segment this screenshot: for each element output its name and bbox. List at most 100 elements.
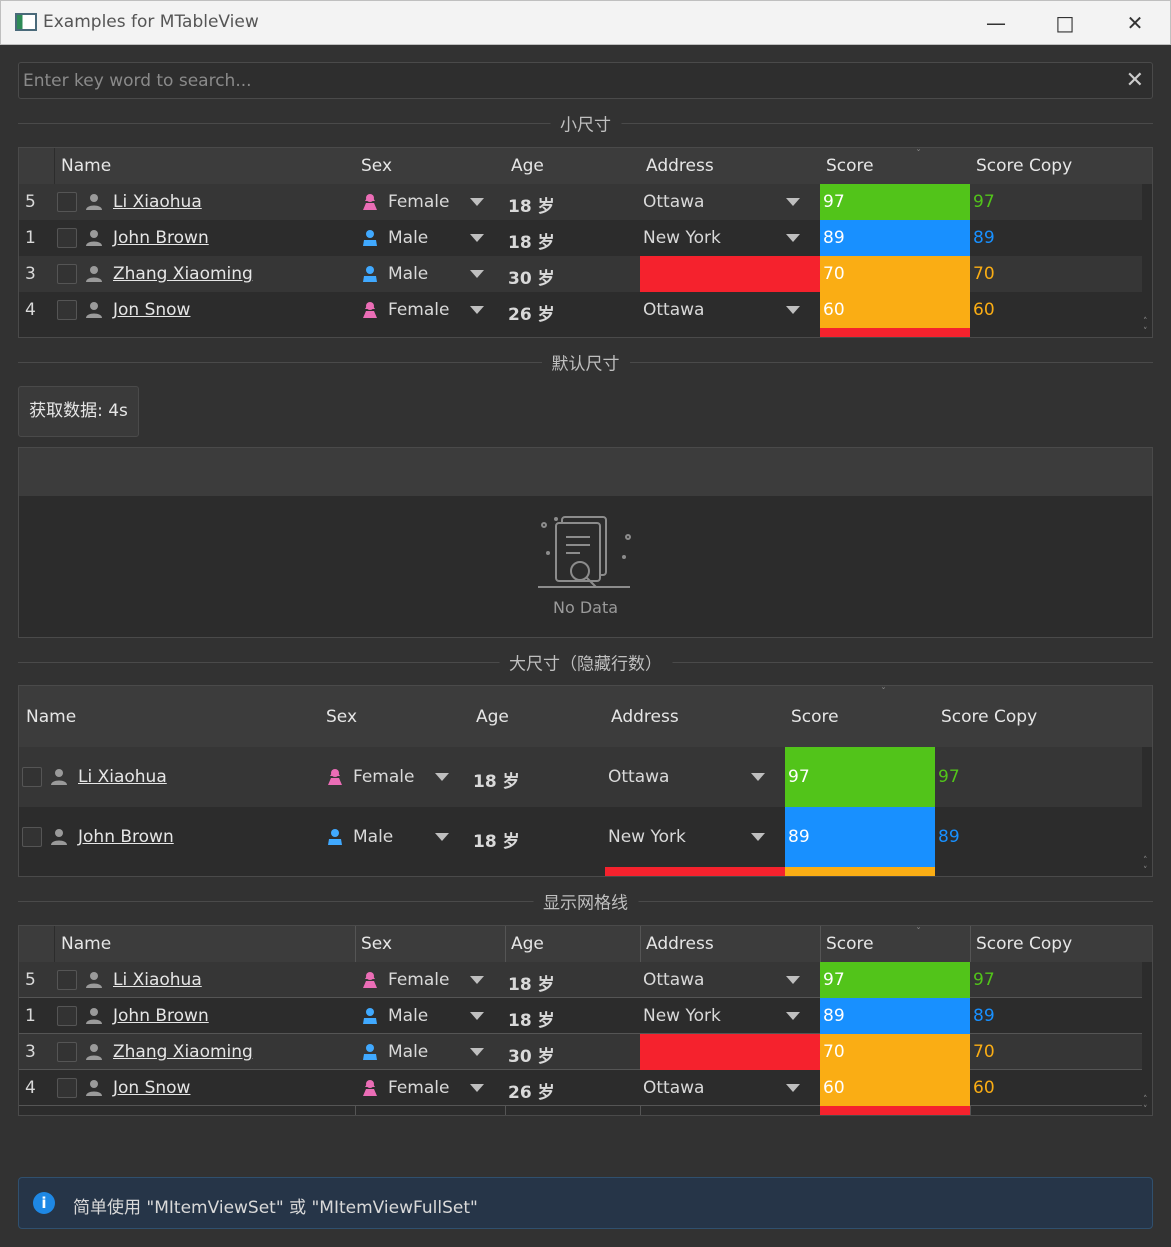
table-row[interactable]: 4 Jon Snow Female 26 岁 Ottawa 60 60 [19, 292, 1152, 328]
address-dropdown-icon[interactable] [751, 773, 765, 781]
sex-dropdown-icon[interactable] [470, 976, 484, 984]
table-row[interactable]: Li Xiaohua Female 18 岁 Ottawa 97 97 [19, 747, 1152, 807]
sex-dropdown-icon[interactable] [470, 1084, 484, 1092]
row-checkbox[interactable] [57, 300, 77, 320]
user-icon [85, 1079, 103, 1101]
row-checkbox[interactable] [57, 970, 77, 990]
column-header-score-copy[interactable]: Score Copy [976, 934, 1072, 954]
name-link[interactable]: Jon Snow [113, 300, 190, 320]
column-header-score[interactable]: Score [826, 156, 874, 176]
column-header-age[interactable]: Age [511, 934, 544, 954]
column-header-sex[interactable]: Sex [361, 156, 392, 176]
column-header-sex[interactable]: Sex [361, 934, 392, 954]
row-checkbox[interactable] [57, 1078, 77, 1098]
column-header-score-copy[interactable]: Score Copy [941, 707, 1037, 727]
table-row[interactable]: 5 Li Xiaohua Female 18 岁 Ottawa 97 97 [19, 962, 1152, 998]
column-header-sex[interactable]: Sex [326, 707, 357, 727]
row-index: 1 [25, 228, 36, 248]
column-header-name[interactable]: Name [61, 934, 111, 954]
name-link[interactable]: Li Xiaohua [113, 192, 202, 212]
name-link[interactable]: John Brown [78, 827, 174, 847]
address-dropdown-icon[interactable] [786, 976, 800, 984]
user-icon [85, 971, 103, 993]
fetch-data-button[interactable]: 获取数据: 4s [18, 386, 139, 437]
name-link[interactable]: John Brown [113, 228, 209, 248]
sex-dropdown-icon[interactable] [470, 198, 484, 206]
score-value: 70 [823, 264, 845, 284]
name-link[interactable]: Jon Snow [113, 1078, 190, 1098]
female-icon [361, 1079, 379, 1101]
search-input[interactable] [23, 69, 1113, 93]
score-copy-value: 97 [973, 970, 995, 990]
user-icon [85, 1043, 103, 1065]
address-dropdown-icon[interactable] [786, 1012, 800, 1020]
column-header-score[interactable]: Score [826, 934, 874, 954]
name-link[interactable]: Li Xiaohua [78, 767, 167, 787]
address-dropdown-icon[interactable] [751, 833, 765, 841]
name-link[interactable]: Zhang Xiaoming [113, 264, 253, 284]
column-header-address[interactable]: Address [646, 156, 714, 176]
maximize-button[interactable]: □ [1045, 9, 1085, 37]
scrollbar[interactable]: ˄ ˅ [1142, 747, 1152, 876]
sex-dropdown-icon[interactable] [470, 270, 484, 278]
table-row[interactable]: 5 Li Xiaohua Female 18 岁 Ottawa 97 97 [19, 184, 1152, 220]
age-value: 30 岁 [508, 1047, 555, 1067]
score-cell [785, 867, 935, 876]
table-row[interactable]: 4 Jon Snow Female 26 岁 Ottawa 60 60 [19, 1070, 1152, 1106]
column-header-age[interactable]: Age [476, 707, 509, 727]
female-icon [361, 301, 379, 323]
sex-value: Female [353, 767, 415, 787]
scrollbar[interactable]: ˄ ˅ [1142, 962, 1152, 1115]
row-checkbox[interactable] [57, 1042, 77, 1062]
column-header-name[interactable]: Name [61, 156, 111, 176]
sex-dropdown-icon[interactable] [435, 773, 449, 781]
table-row[interactable]: 1 John Brown Male 18 岁 New York 89 89 [19, 220, 1152, 256]
column-header-score-copy[interactable]: Score Copy [976, 156, 1072, 176]
row-checkbox[interactable] [57, 228, 77, 248]
scrollbar[interactable]: ˄ ˅ [1142, 184, 1152, 337]
female-icon [326, 768, 344, 790]
divider-default: 默认尺寸 [18, 349, 1153, 375]
sex-dropdown-icon[interactable] [470, 1012, 484, 1020]
clear-icon[interactable]: ✕ [1126, 68, 1144, 93]
table-row[interactable]: 1 John Brown Male 18 岁 New York 89 89 [19, 998, 1152, 1034]
column-header-score[interactable]: Score [791, 707, 839, 727]
table-row[interactable]: John Brown Male 18 岁 New York 89 89 [19, 807, 1152, 867]
close-button[interactable]: ✕ [1115, 9, 1155, 37]
column-header-address[interactable]: Address [646, 934, 714, 954]
address-dropdown-icon[interactable] [786, 306, 800, 314]
score-value: 60 [823, 1078, 845, 1098]
sex-value: Male [353, 827, 394, 847]
sex-dropdown-icon[interactable] [470, 1048, 484, 1056]
row-checkbox[interactable] [57, 1006, 77, 1026]
table-row[interactable]: 3 Zhang Xiaoming Male 30 岁 70 70 [19, 256, 1152, 292]
table-header: Name Sex Age Address Score Score Copy ˇ [19, 686, 1152, 747]
address-dropdown-icon[interactable] [786, 1084, 800, 1092]
row-checkbox[interactable] [57, 264, 77, 284]
table-row[interactable]: 3 Zhang Xiaoming Male 30 岁 70 70 [19, 1034, 1152, 1070]
age-value: 26 岁 [508, 1083, 555, 1103]
minimize-button[interactable]: — [976, 9, 1016, 37]
male-icon [326, 828, 344, 850]
sex-dropdown-icon[interactable] [435, 833, 449, 841]
sex-dropdown-icon[interactable] [470, 234, 484, 242]
sort-indicator: ˇ [881, 687, 886, 698]
address-dropdown-icon[interactable] [786, 234, 800, 242]
row-index: 3 [25, 1042, 36, 1062]
age-value: 18 岁 [508, 975, 555, 995]
column-header-age[interactable]: Age [511, 156, 544, 176]
name-link[interactable]: Li Xiaohua [113, 970, 202, 990]
address-dropdown-icon[interactable] [786, 198, 800, 206]
row-checkbox[interactable] [22, 827, 42, 847]
user-icon [85, 301, 103, 323]
row-checkbox[interactable] [57, 192, 77, 212]
row-checkbox[interactable] [22, 767, 42, 787]
column-header-address[interactable]: Address [611, 707, 679, 727]
sex-value: Male [388, 1042, 429, 1062]
column-header-name[interactable]: Name [26, 707, 76, 727]
user-icon [85, 193, 103, 215]
name-link[interactable]: Zhang Xiaoming [113, 1042, 253, 1062]
sex-dropdown-icon[interactable] [470, 306, 484, 314]
info-icon: i [33, 1192, 55, 1214]
name-link[interactable]: John Brown [113, 1006, 209, 1026]
